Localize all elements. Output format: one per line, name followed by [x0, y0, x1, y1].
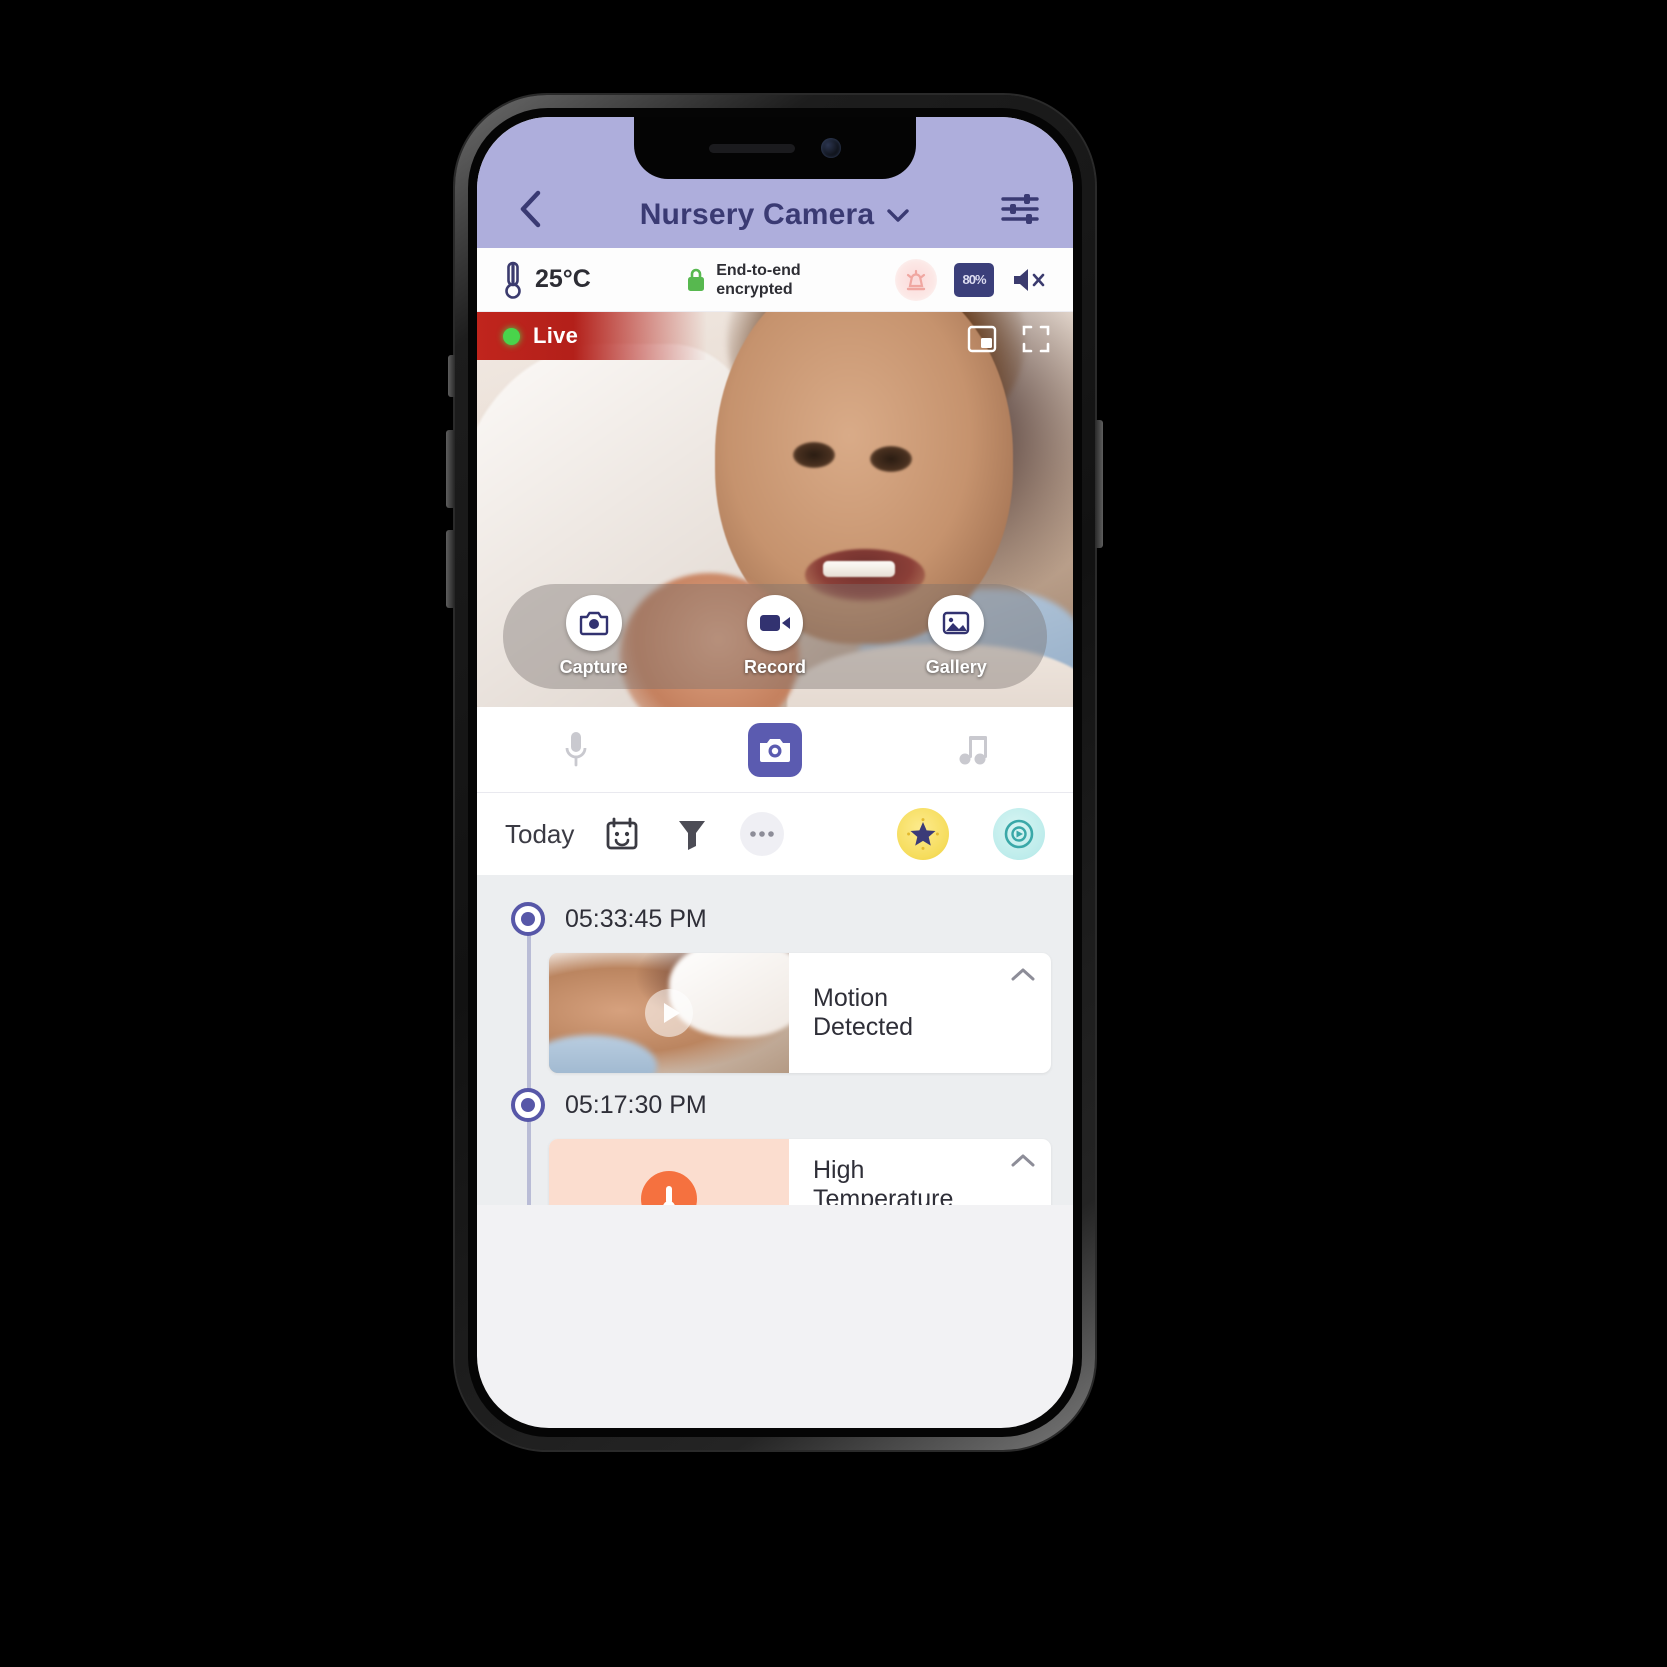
- microphone-tab-icon-wrap: [549, 723, 603, 777]
- battery-indicator[interactable]: 80%: [954, 262, 994, 297]
- temperature-readout: 25°C: [503, 260, 591, 300]
- music-note-icon: [959, 735, 987, 764]
- status-icon-group: 80%: [895, 258, 1047, 301]
- live-video-feed[interactable]: Live Capture Record Gallery: [477, 312, 1073, 707]
- speaker-mute-icon: [1014, 268, 1045, 291]
- sliders-icon: [1001, 194, 1039, 224]
- capture-button[interactable]: Capture: [534, 595, 654, 678]
- page-title: Nursery Camera: [639, 198, 875, 231]
- camera-icon: [579, 611, 608, 636]
- fullscreen-icon: [1022, 325, 1050, 353]
- timeline-filter-bar: Today: [477, 793, 1073, 875]
- front-camera-icon: [821, 138, 841, 158]
- timeline-event: 05:33:45 PM Motion Detected: [477, 897, 1073, 1073]
- calendar-icon: [606, 817, 638, 850]
- live-status-badge: Live: [477, 312, 707, 360]
- picture-in-picture-icon: [967, 325, 997, 353]
- event-card-body: High Temperature 29°C detected: [789, 1139, 995, 1205]
- play-button-icon[interactable]: [645, 989, 693, 1037]
- back-button[interactable]: [507, 186, 553, 232]
- lock-icon: [688, 268, 705, 291]
- mute-button[interactable]: [1011, 265, 1047, 295]
- event-temperature-badge: [549, 1139, 789, 1205]
- chevron-left-icon: [520, 190, 541, 228]
- camera-icon: [760, 738, 790, 762]
- more-options-button[interactable]: [740, 812, 785, 856]
- tab-microphone[interactable]: [477, 723, 676, 777]
- tab-lullaby[interactable]: [874, 723, 1073, 777]
- camera-tab-icon-wrap: [748, 722, 802, 777]
- live-indicator-dot: [503, 327, 520, 345]
- date-filter-label[interactable]: Today: [505, 819, 574, 850]
- chevron-up-icon: [1011, 1154, 1035, 1167]
- screenshot-stage: Nursery Camera 25°C End-to-end encrypted…: [0, 0, 1667, 1667]
- video-camera-icon: [759, 615, 790, 631]
- record-button[interactable]: Record: [715, 595, 835, 678]
- record-label: Record: [743, 657, 806, 677]
- night-light-button[interactable]: [897, 808, 949, 860]
- event-title: Motion Detected: [813, 984, 914, 1041]
- temperature-value: 25°C: [535, 265, 591, 293]
- capture-icon-circle: [565, 595, 622, 651]
- record-icon-circle: [746, 595, 803, 651]
- event-collapse-button[interactable]: [995, 1139, 1051, 1205]
- tab-camera[interactable]: [676, 722, 875, 777]
- video-view-controls: [967, 324, 1051, 359]
- phone-notch: [634, 117, 916, 179]
- event-time: 05:33:45 PM: [565, 904, 707, 933]
- music-tab-icon-wrap: [947, 723, 1001, 777]
- calendar-button[interactable]: [600, 812, 644, 856]
- monitor-view-button[interactable]: [993, 808, 1045, 860]
- live-label: Live: [533, 323, 579, 348]
- camera-selector[interactable]: Nursery Camera: [553, 198, 997, 232]
- mode-tab-bar: [477, 707, 1073, 793]
- timeline-event: 05:17:30 PM High Temperature: [477, 1083, 1073, 1205]
- alarm-button[interactable]: [895, 258, 937, 301]
- gallery-button[interactable]: Gallery: [896, 595, 1016, 678]
- sparkle-star-icon: [907, 818, 939, 850]
- event-video-thumbnail[interactable]: [549, 953, 789, 1073]
- event-title: High Temperature: [813, 1156, 954, 1205]
- fullscreen-button[interactable]: [1021, 324, 1051, 359]
- thermometer-badge-circle: [641, 1171, 697, 1205]
- thermometer-icon: [663, 1186, 675, 1205]
- video-action-bar: Capture Record Gallery: [503, 584, 1047, 689]
- event-time: 05:17:30 PM: [565, 1090, 707, 1119]
- chevron-down-icon: [887, 209, 909, 222]
- picture-in-picture-button[interactable]: [967, 324, 997, 359]
- status-strip: 25°C End-to-end encrypted 80%: [477, 248, 1073, 312]
- event-collapse-button[interactable]: [995, 953, 1051, 1073]
- phone-screen: Nursery Camera 25°C End-to-end encrypted…: [477, 117, 1073, 1428]
- event-card-body: Motion Detected: [789, 953, 995, 1073]
- more-dots-icon: [750, 831, 775, 837]
- timeline-time-row: 05:17:30 PM: [477, 1083, 1073, 1127]
- earpiece-speaker-icon: [709, 143, 795, 153]
- event-card[interactable]: High Temperature 29°C detected: [549, 1139, 1051, 1205]
- encryption-indicator: End-to-end encrypted: [591, 261, 895, 299]
- settings-button[interactable]: [997, 186, 1043, 232]
- battery-label: 80%: [962, 272, 986, 287]
- alarm-icon: [906, 269, 926, 290]
- microphone-icon: [565, 731, 587, 766]
- encryption-line-1: End-to-end: [716, 261, 801, 279]
- chevron-up-icon: [1011, 968, 1035, 981]
- event-timeline[interactable]: 05:33:45 PM Motion Detected 05:17:30 PM …: [477, 875, 1073, 1205]
- thermometer-icon: [505, 261, 521, 299]
- timeline-marker-icon: [511, 902, 545, 936]
- funnel-filter-icon: [679, 821, 706, 850]
- encryption-label: End-to-end encrypted: [716, 261, 800, 299]
- encryption-line-2: encrypted: [716, 280, 793, 298]
- gallery-icon-circle: [928, 595, 985, 651]
- timeline-marker-icon: [511, 1088, 545, 1122]
- capture-label: Capture: [559, 657, 628, 677]
- eye-monitor-icon: [1004, 819, 1034, 849]
- timeline-time-row: 05:33:45 PM: [477, 897, 1073, 941]
- phone-frame: Nursery Camera 25°C End-to-end encrypted…: [455, 95, 1095, 1450]
- filter-button[interactable]: [670, 812, 714, 856]
- phone-bezel: Nursery Camera 25°C End-to-end encrypted…: [468, 108, 1082, 1437]
- event-card[interactable]: Motion Detected: [549, 953, 1051, 1073]
- gallery-label: Gallery: [925, 657, 987, 677]
- image-gallery-icon: [943, 611, 970, 635]
